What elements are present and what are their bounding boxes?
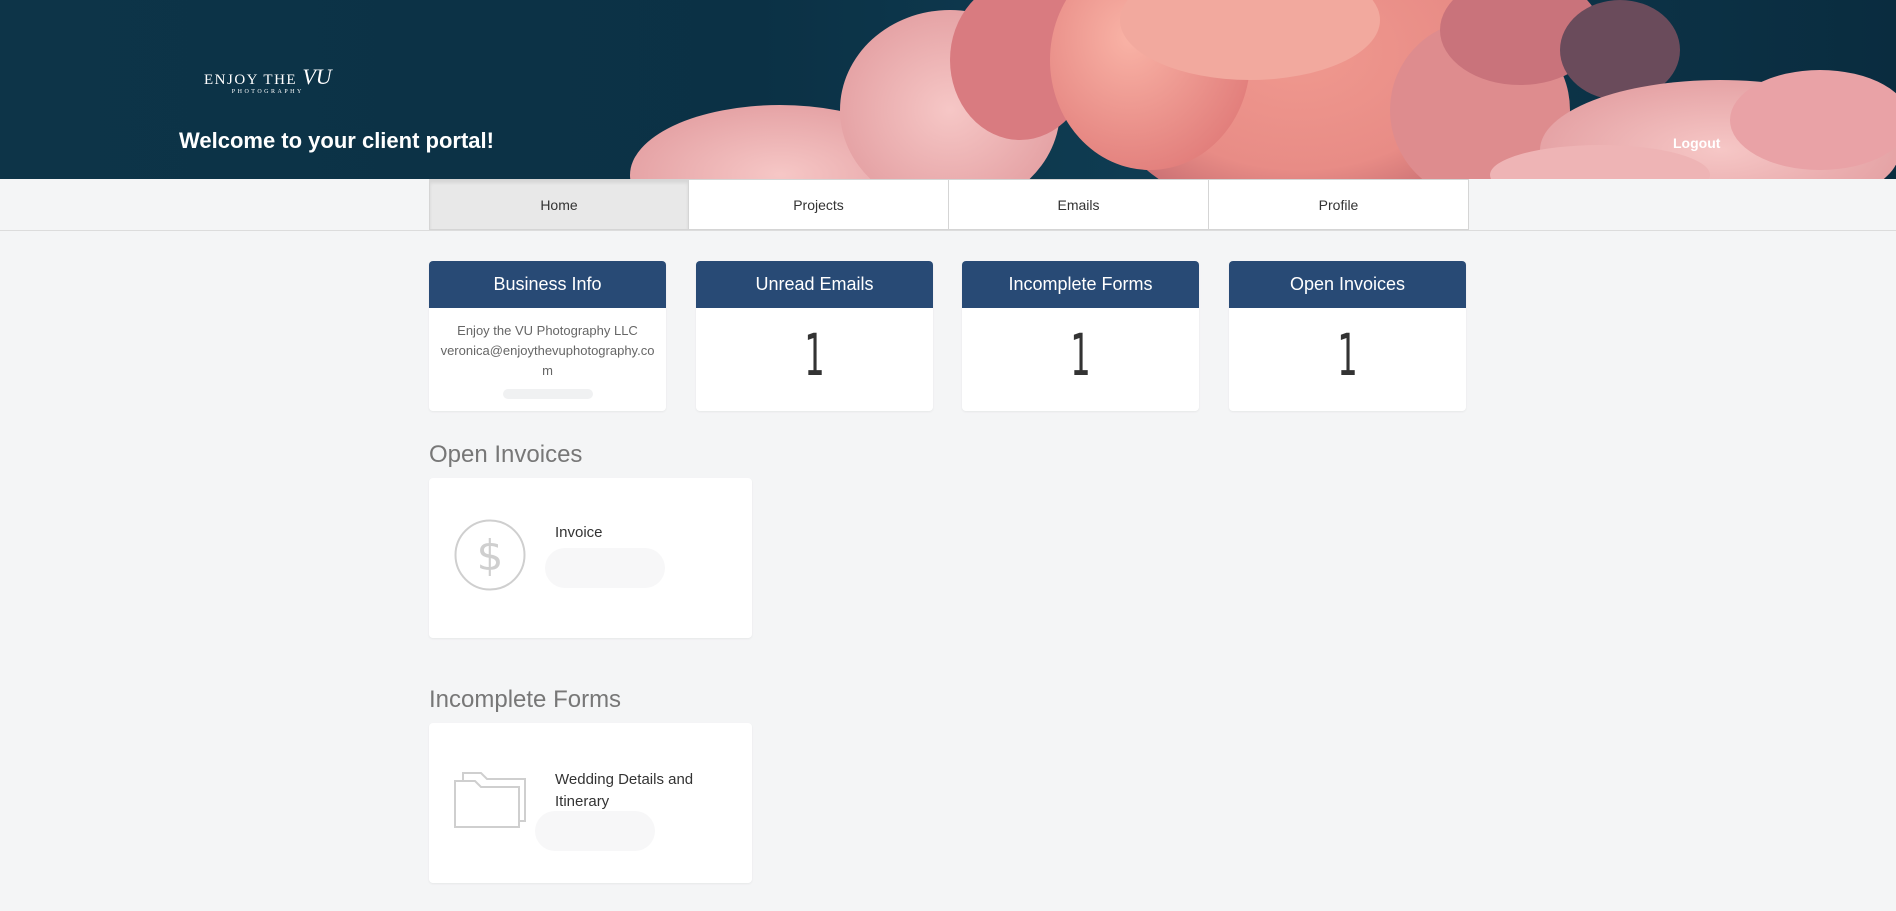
dollar-icon: $ xyxy=(454,519,526,591)
blurred-phone xyxy=(502,389,593,399)
unread-emails-count: 1 xyxy=(804,321,825,389)
card-title: Incomplete Forms xyxy=(962,261,1199,308)
business-name: Enjoy the VU Photography LLC xyxy=(457,323,638,338)
open-invoices-card[interactable]: Open Invoices 1 xyxy=(1229,261,1466,411)
incomplete-forms-heading: Incomplete Forms xyxy=(429,686,622,713)
invoice-label: Invoice xyxy=(555,524,603,541)
tab-profile[interactable]: Profile xyxy=(1209,179,1469,230)
open-invoices-heading: Open Invoices xyxy=(429,441,583,468)
tab-emails[interactable]: Emails xyxy=(949,179,1209,230)
form-label: Wedding Details and Itinerary xyxy=(555,771,694,810)
logo-text: ENJOY THE xyxy=(204,72,298,88)
svg-text:$: $ xyxy=(477,531,504,580)
business-info-card: Business Info Enjoy the VU Photography L… xyxy=(429,261,666,411)
card-title: Business Info xyxy=(429,261,666,308)
nav-bar: Home Projects Emails Profile xyxy=(0,179,1896,231)
nav-tabs: Home Projects Emails Profile xyxy=(429,179,1469,230)
logout-link[interactable]: Logout xyxy=(1673,135,1720,151)
incomplete-forms-count: 1 xyxy=(1070,321,1091,389)
logo-script: VU xyxy=(302,64,332,89)
form-item[interactable]: Wedding Details and Itinerary xyxy=(429,723,752,883)
folder-icon xyxy=(454,772,526,828)
incomplete-forms-card[interactable]: Incomplete Forms 1 xyxy=(962,261,1199,411)
card-title: Unread Emails xyxy=(696,261,933,308)
blurred-detail xyxy=(535,811,655,851)
invoice-item[interactable]: $ Invoice xyxy=(429,478,752,638)
logo: ENJOY THE VU PHOTOGRAPHY xyxy=(204,64,332,96)
logo-subtext: PHOTOGRAPHY xyxy=(231,89,304,95)
unread-emails-card[interactable]: Unread Emails 1 xyxy=(696,261,933,411)
card-title: Open Invoices xyxy=(1229,261,1466,308)
tab-home[interactable]: Home xyxy=(429,179,689,230)
welcome-heading: Welcome to your client portal! xyxy=(179,128,494,153)
header-banner: ENJOY THE VU PHOTOGRAPHY Welcome to your… xyxy=(0,0,1896,179)
open-invoices-count: 1 xyxy=(1337,321,1358,389)
business-email: veronica@enjoythevuphotography.com xyxy=(440,343,655,378)
blurred-detail xyxy=(545,548,665,588)
tab-projects[interactable]: Projects xyxy=(689,179,949,230)
